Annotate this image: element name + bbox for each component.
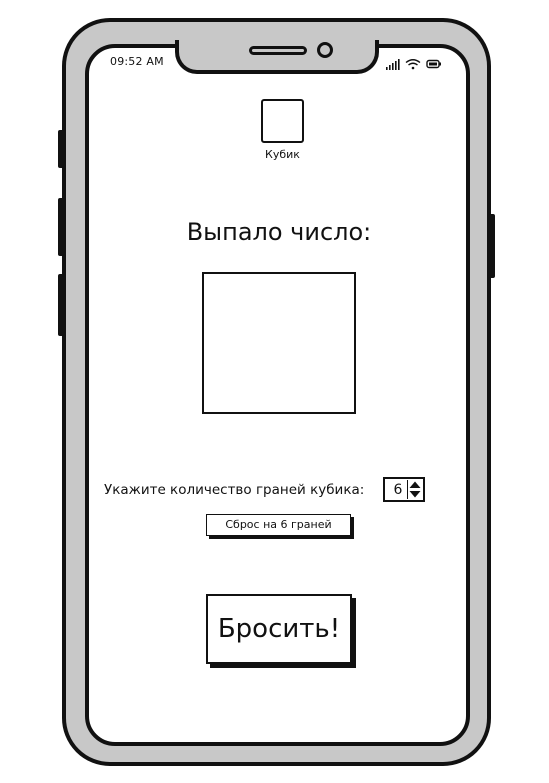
result-title: Выпало число: xyxy=(186,218,372,246)
side-button-left-middle xyxy=(58,198,64,256)
front-camera xyxy=(317,42,333,58)
reset-faces-button[interactable]: Сброс на 6 граней xyxy=(206,514,351,536)
dice-icon-label: Кубик xyxy=(265,148,300,161)
dice-icon[interactable] xyxy=(261,99,304,143)
signal-icon xyxy=(386,59,400,70)
roll-button[interactable]: Бросить! xyxy=(206,594,352,664)
speaker-grille xyxy=(249,46,307,55)
status-time: 09:52 AM xyxy=(110,55,164,68)
status-icons xyxy=(385,55,443,70)
faces-label: Укажите количество граней кубика: xyxy=(104,482,365,498)
wifi-icon xyxy=(405,59,421,70)
side-button-left-bottom xyxy=(58,274,64,336)
side-button-right xyxy=(489,214,495,278)
faces-stepper[interactable]: 6 xyxy=(383,477,425,502)
result-display xyxy=(202,272,356,414)
side-button-left-top xyxy=(58,130,64,168)
chevron-down-icon[interactable] xyxy=(409,491,421,498)
stepper-arrows[interactable] xyxy=(407,480,422,499)
battery-icon xyxy=(426,59,441,69)
chevron-up-icon[interactable] xyxy=(409,481,421,489)
faces-value[interactable]: 6 xyxy=(387,482,409,498)
